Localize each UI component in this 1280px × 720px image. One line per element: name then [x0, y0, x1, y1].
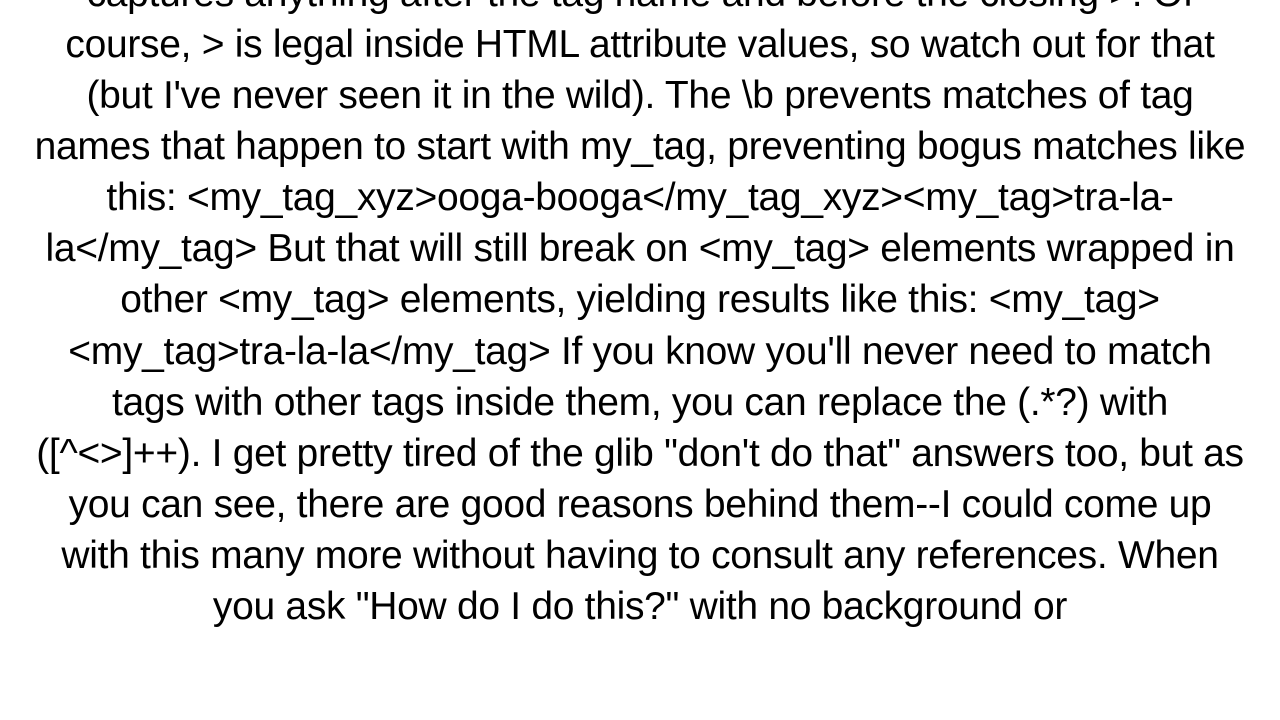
- document-text: captures anything after the tag name and…: [35, 0, 1246, 628]
- document-body: captures anything after the tag name and…: [0, 0, 1280, 632]
